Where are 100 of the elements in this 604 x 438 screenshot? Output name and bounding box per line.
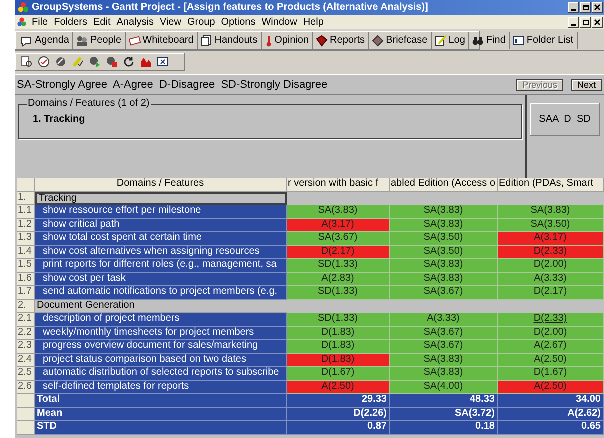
close-button[interactable] <box>592 2 603 13</box>
minimize-button[interactable] <box>568 2 579 13</box>
column-header[interactable]: abled Edition (Access o <box>390 178 498 192</box>
next-button[interactable]: Next <box>571 79 602 91</box>
feature-cell[interactable]: send automatic notifications to project members (e.g. <box>35 286 287 300</box>
rating-cell: SA(3.83) <box>390 354 498 367</box>
menu-item[interactable]: Options <box>218 14 259 30</box>
feature-cell[interactable]: print reports for different roles (e.g., management, sa <box>35 259 287 272</box>
row-number: 2.1 <box>17 313 35 326</box>
row-number: 1.3 <box>17 232 35 246</box>
toolbar-button[interactable]: Whiteboard <box>126 32 198 49</box>
rating-cell: SA(3.83) <box>390 272 498 286</box>
pages-icon <box>200 34 213 46</box>
thermometer-icon <box>264 34 273 46</box>
rating-cell: SA(3.67) <box>287 232 390 246</box>
summary-cell: 34.00 <box>498 394 604 408</box>
rating-cell: D(1.83) <box>287 340 390 354</box>
rating-cell: A(3.33) <box>498 272 604 286</box>
toolbar-button[interactable]: Opinion <box>262 32 314 49</box>
feature-cell[interactable]: show cost alternatives when assigning resources <box>35 246 287 259</box>
summary-label: Total <box>35 394 287 408</box>
rating-cell: SA(3.67) <box>390 286 498 300</box>
summary-cell: 29.33 <box>287 394 390 408</box>
column-header[interactable]: Domains / Features <box>35 178 287 192</box>
refresh-icon[interactable] <box>123 56 135 68</box>
minimize-button[interactable] <box>568 16 579 28</box>
toolbar-button[interactable]: Agenda <box>18 32 74 49</box>
rating-cell: SA(3.83) <box>287 205 390 218</box>
area-chart-icon[interactable] <box>140 56 152 68</box>
rating-cell: D(2.33) <box>498 246 604 259</box>
toolbar-button[interactable]: Log <box>432 32 470 49</box>
summary-cell: 0.18 <box>390 421 498 434</box>
page-magnifier-icon[interactable] <box>21 56 33 68</box>
rating-cell: SA(3.83) <box>390 367 498 380</box>
menu-item[interactable]: Help <box>300 14 327 30</box>
toolbar-button[interactable]: Reports <box>313 32 370 49</box>
feature-cell[interactable]: self-defined templates for reports <box>35 380 287 394</box>
whiteboard-icon <box>128 34 141 46</box>
restore-button[interactable] <box>580 16 591 28</box>
people-stop-icon[interactable] <box>106 56 118 68</box>
row-header-cell <box>17 394 35 408</box>
row-number: 1.2 <box>17 218 35 232</box>
rating-cell: SA(3.83) <box>390 205 498 218</box>
group-label: Domains / Features (1 of 2) <box>27 98 151 110</box>
rating-cell: A(2.50) <box>498 354 604 367</box>
rating-cell: D(2.00) <box>498 326 604 340</box>
binoculars-icon <box>472 34 484 46</box>
rating-cell: D(2.17) <box>498 286 604 300</box>
toolbar-button[interactable]: People <box>73 32 126 49</box>
feature-cell[interactable]: show ressource effort per milestone <box>35 205 287 218</box>
rating-cell: A(3.33) <box>390 313 498 326</box>
rating-cell: A(3.17) <box>498 232 604 246</box>
rating-cell: D(1.67) <box>287 367 390 380</box>
menu-item[interactable]: Folders <box>51 14 90 30</box>
rating-cell: A(2.67) <box>498 340 604 354</box>
people-play-icon[interactable] <box>89 56 101 68</box>
toolbar-button[interactable]: Folder List <box>510 32 578 49</box>
menu-item[interactable]: Edit <box>90 14 114 30</box>
group-title[interactable]: Tracking <box>35 192 287 205</box>
rating-cell: SA(3.50) <box>498 218 604 232</box>
pencil-check-icon[interactable] <box>72 56 84 68</box>
feature-cell[interactable]: show cost per task <box>35 272 287 286</box>
maximize-button[interactable] <box>580 2 591 13</box>
summary-cell: A(2.62) <box>498 408 604 421</box>
feature-cell[interactable]: show critical path <box>35 218 287 232</box>
people-icon <box>76 34 88 46</box>
row-number: 2.6 <box>17 380 35 394</box>
feature-cell[interactable]: show total cost spent at certain time <box>35 232 287 246</box>
rating-cell: A(2.50) <box>287 380 390 394</box>
rating-scale: SAA D SD <box>530 103 600 136</box>
group-title[interactable]: Document Generation <box>35 300 287 313</box>
feature-cell[interactable]: progress overview document for sales/marketing <box>35 340 287 354</box>
rating-cell: D(1.67) <box>498 367 604 380</box>
toolbar-button[interactable]: Handouts <box>198 32 262 49</box>
row-number: 1. <box>17 192 35 205</box>
feature-cell[interactable]: description of project members <box>35 313 287 326</box>
column-header[interactable]: Edition (PDAs, Smart <box>498 178 604 192</box>
menu-item[interactable]: Window <box>258 14 300 30</box>
menu-item[interactable]: Group <box>184 14 218 30</box>
column-header[interactable]: r version with basic f <box>287 178 390 192</box>
rating-cell: A(3.17) <box>287 218 390 232</box>
rating-cell: D(2.33) <box>498 313 604 326</box>
menu-item[interactable]: File <box>29 14 52 30</box>
pencil-note-icon <box>434 34 447 46</box>
rating-cell: SD(1.33) <box>287 259 390 272</box>
feature-cell[interactable]: project status comparison based on two dates <box>35 354 287 367</box>
rating-cell: SA(3.83) <box>390 218 498 232</box>
summary-cell: SA(3.72) <box>390 408 498 421</box>
row-header-cell <box>17 408 35 421</box>
close-box-icon[interactable] <box>157 56 169 68</box>
menu-item[interactable]: Analysis <box>114 14 157 30</box>
toolbar-button[interactable]: Briefcase <box>369 32 432 49</box>
current-item-title: 1. Tracking <box>33 113 86 127</box>
close-button[interactable] <box>592 16 603 28</box>
toolbar-button[interactable]: Find <box>469 32 510 49</box>
feature-cell[interactable]: automatic distribution of selected reports to subscribe <box>35 367 287 380</box>
app-logo-icon <box>18 2 29 13</box>
rating-cell: A(2.50) <box>498 380 604 394</box>
menu-item[interactable]: View <box>156 14 184 30</box>
feature-cell[interactable]: weekly/monthly timesheets for project members <box>35 326 287 340</box>
